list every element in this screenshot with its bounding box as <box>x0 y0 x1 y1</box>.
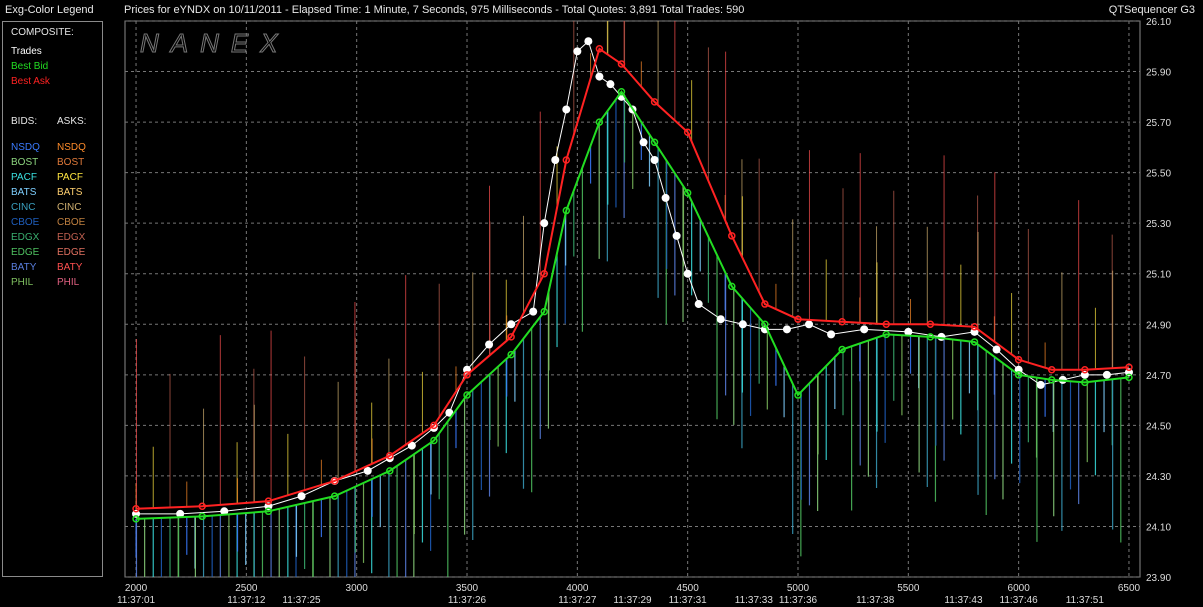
trade-point <box>551 156 560 164</box>
y-axis: 26.10 25.90 25.70 25.50 25.30 25.10 24.90 24.70… <box>1146 17 1171 584</box>
y-tick-label: 24.10 <box>1146 522 1171 533</box>
x-tick-label: 2000 <box>125 583 148 594</box>
trade-point <box>606 80 615 89</box>
trade-point <box>738 320 747 329</box>
series-layer <box>132 21 1133 577</box>
trade-point <box>694 300 703 309</box>
trade-point <box>507 320 516 329</box>
x-time-label: 11:37:29 <box>613 595 652 606</box>
trade-point <box>805 320 814 329</box>
trade-point <box>562 105 571 114</box>
plot-frame <box>124 20 1141 578</box>
trade-point <box>1102 370 1111 379</box>
y-tick-label: 25.90 <box>1146 68 1171 79</box>
x-time-label: 11:37:27 <box>558 595 597 606</box>
x-tick-label: 6500 <box>1118 583 1141 594</box>
price-chart: NANEX 26.10 25.90 25.70 25.50 25.30 25.10 24.9… <box>117 17 1172 606</box>
y-tick-label: 23.90 <box>1146 573 1171 584</box>
trade-point <box>1036 380 1045 389</box>
trade-point <box>782 325 791 334</box>
y-tick-label: 24.50 <box>1146 421 1171 432</box>
trade-point <box>827 330 836 339</box>
x-time-label: 11:37:31 <box>669 595 708 606</box>
x-time-label: 11:37:51 <box>1066 595 1105 606</box>
nanex-watermark: NANEX <box>140 28 290 58</box>
x-tick-label: 5000 <box>787 583 810 594</box>
trade-point <box>540 219 549 228</box>
y-tick-label: 26.10 <box>1146 17 1171 28</box>
x-time-label: 11:37:26 <box>448 595 487 606</box>
trade-point <box>297 492 306 501</box>
x-tick-label: 4000 <box>566 583 589 594</box>
y-tick-label: 25.50 <box>1146 169 1171 180</box>
x-time-label: 11:37:38 <box>856 595 895 606</box>
x-tick-label: 5500 <box>897 583 920 594</box>
trade-point <box>639 138 648 147</box>
y-tick-label: 24.90 <box>1146 320 1171 331</box>
trade-point <box>573 47 582 56</box>
trade-point <box>683 269 692 278</box>
x-time-label: 11:37:36 <box>779 595 818 606</box>
y-tick-label: 24.30 <box>1146 472 1171 483</box>
trade-point <box>595 72 604 81</box>
y-tick-label: 25.70 <box>1146 118 1171 129</box>
x-tick-label: 3500 <box>456 583 479 594</box>
x-time-label: 11:37:12 <box>227 595 266 606</box>
trade-point <box>672 231 681 240</box>
trade-point <box>584 37 593 46</box>
y-tick-label: 25.10 <box>1146 270 1171 281</box>
x-tick-label: 3000 <box>346 583 369 594</box>
y-tick-label: 25.30 <box>1146 219 1171 230</box>
x-time-label: 11:37:25 <box>282 595 321 606</box>
y-tick-label: 24.70 <box>1146 371 1171 382</box>
x-tick-label: 6000 <box>1008 583 1031 594</box>
trade-point <box>529 307 538 316</box>
x-time-label: 11:37:01 <box>117 595 156 606</box>
x-axis: 200011:37:01 250011:37:12 11:37:25 3000 3500… <box>117 583 1141 606</box>
trade-point <box>661 193 670 202</box>
x-time-label: 11:37:33 <box>735 595 774 606</box>
grid <box>125 20 1140 578</box>
x-tick-label: 2500 <box>235 583 258 594</box>
x-time-label: 11:37:43 <box>944 595 983 606</box>
trade-point <box>860 325 869 334</box>
x-time-label: 11:37:46 <box>1000 595 1039 606</box>
trade-point <box>485 340 494 349</box>
x-tick-label: 4500 <box>677 583 700 594</box>
trade-point <box>650 156 659 164</box>
trade-point <box>992 345 1001 354</box>
trade-point <box>716 315 725 324</box>
